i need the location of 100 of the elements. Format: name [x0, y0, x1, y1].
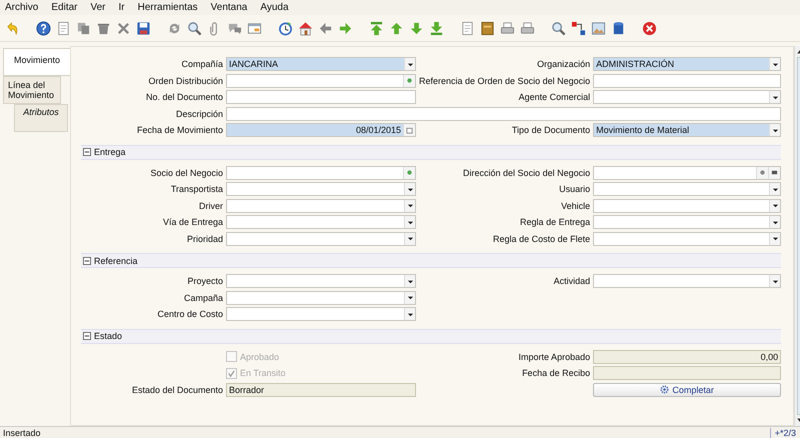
section-header[interactable]: Estado — [81, 328, 782, 344]
field-label: Vehicle — [560, 200, 590, 210]
input-field[interactable] — [226, 307, 416, 321]
input-field[interactable]: 08/01/2015 — [226, 123, 416, 137]
menu-item[interactable]: Ver — [90, 2, 106, 13]
input-field[interactable] — [593, 215, 782, 229]
field-label: Vía de Entrega — [162, 217, 223, 227]
location-icon[interactable] — [756, 166, 768, 178]
input-field[interactable] — [593, 198, 782, 212]
tab[interactable]: Atributos — [14, 104, 68, 132]
field-label: Compañía — [180, 59, 223, 69]
field-label: Regla de Costo de Flete — [492, 234, 590, 244]
field-label: Campaña — [182, 292, 223, 302]
collapse-icon[interactable] — [83, 148, 91, 156]
input-field[interactable] — [226, 274, 416, 288]
input-field[interactable] — [593, 274, 782, 288]
input-field[interactable] — [226, 232, 416, 246]
field-label: Proyecto — [186, 276, 223, 286]
field-label: Actividad — [552, 276, 590, 286]
input-field[interactable] — [226, 74, 416, 88]
delete-selection-icon[interactable] — [116, 20, 131, 36]
help-icon[interactable] — [36, 20, 51, 36]
collapse-icon[interactable] — [83, 332, 91, 340]
archive-icon[interactable] — [480, 20, 495, 36]
input-field[interactable]: 0,00 — [593, 350, 782, 364]
input-field[interactable] — [593, 182, 782, 196]
checkbox-label: Aprobado — [240, 352, 280, 362]
field-label: Fecha de Movimiento — [136, 125, 223, 135]
menu-item[interactable]: Ventana — [210, 2, 248, 13]
address-icon[interactable] — [768, 166, 780, 178]
field-label: Estado del Documento — [130, 384, 223, 394]
input-field[interactable] — [593, 166, 782, 180]
history-icon[interactable] — [278, 20, 293, 36]
section-header[interactable]: Referencia — [81, 253, 782, 268]
field-label: Organización — [536, 59, 590, 69]
menu-item[interactable]: Editar — [51, 2, 78, 13]
checkbox-label: En Transito — [240, 368, 286, 378]
input-field[interactable] — [226, 215, 416, 229]
input-field[interactable]: Borrador — [226, 382, 416, 396]
record-indicator: +*2/3 — [770, 428, 800, 438]
input-field[interactable] — [593, 366, 782, 380]
field-label: Socio del Negocio — [149, 168, 223, 178]
field-label: Importe Aprobado — [518, 352, 590, 362]
report-icon[interactable] — [460, 20, 475, 36]
forward-icon[interactable] — [338, 20, 353, 36]
section-header[interactable]: Entrega — [81, 144, 782, 160]
field-label: Agente Comercial — [518, 92, 590, 102]
previous-record-icon[interactable] — [389, 20, 404, 36]
input-field[interactable]: ADMINISTRACIÓN — [593, 57, 782, 71]
field-label: Driver — [198, 200, 223, 210]
input-field[interactable] — [593, 74, 782, 88]
input-field[interactable] — [226, 198, 416, 212]
lookup-icon[interactable] — [403, 166, 415, 178]
field-label: Centro de Costo — [156, 309, 223, 319]
field-label: Fecha de Recibo — [521, 368, 590, 378]
database-icon[interactable] — [611, 20, 626, 36]
save-icon[interactable] — [136, 20, 151, 36]
input-field[interactable]: IANCARINA — [226, 57, 416, 71]
input-field[interactable] — [593, 232, 782, 246]
last-record-icon[interactable] — [429, 20, 444, 36]
status-message: Insertado — [3, 428, 41, 438]
back-icon[interactable] — [318, 20, 333, 36]
menu-item[interactable]: Archivo — [5, 2, 38, 13]
gear-icon — [660, 385, 670, 394]
menu-item[interactable]: Ayuda — [260, 2, 289, 13]
calendar-icon[interactable] — [403, 124, 415, 136]
field-label: No. del Documento — [144, 92, 223, 102]
complete-button[interactable]: Completar — [593, 382, 782, 396]
field-label: Tipo de Documento — [510, 125, 590, 135]
workflow-icon[interactable] — [571, 20, 586, 36]
new-record-icon[interactable] — [56, 20, 71, 36]
field-label: Regla de Entrega — [519, 217, 590, 227]
lookup-icon[interactable] — [403, 74, 415, 86]
home-icon[interactable] — [298, 20, 313, 36]
next-record-icon[interactable] — [409, 20, 424, 36]
input-field[interactable] — [226, 106, 782, 120]
input-field[interactable]: Movimiento de Material — [593, 123, 782, 137]
input-field[interactable] — [226, 290, 416, 304]
field-label: Usuario — [558, 184, 590, 194]
search-icon[interactable] — [187, 20, 202, 36]
field-label: Dirección del Socio del Negocio — [462, 168, 590, 178]
copy-icon[interactable] — [76, 20, 91, 36]
undo-icon[interactable] — [5, 20, 20, 36]
tab[interactable]: Movimiento — [3, 48, 70, 76]
field-label: Prioridad — [186, 234, 223, 244]
input-field[interactable] — [226, 166, 416, 180]
field-label: Descripción — [174, 108, 223, 118]
input-field[interactable] — [226, 182, 416, 196]
menu-item[interactable]: Herramientas — [138, 2, 198, 13]
field-label: Transportista — [170, 184, 223, 194]
field-label: Orden Distribución — [147, 76, 223, 86]
first-record-icon[interactable] — [369, 20, 384, 36]
close-icon[interactable] — [642, 20, 657, 36]
menu-item[interactable]: Ir — [118, 2, 125, 13]
tab[interactable]: Línea del Movimiento — [3, 76, 61, 104]
collapse-icon[interactable] — [83, 256, 91, 264]
print-icon[interactable] — [520, 20, 535, 36]
field-label: Referencia de Orden de Socio del Negocio — [419, 76, 590, 86]
input-field[interactable] — [226, 90, 416, 104]
input-field[interactable] — [593, 90, 782, 104]
